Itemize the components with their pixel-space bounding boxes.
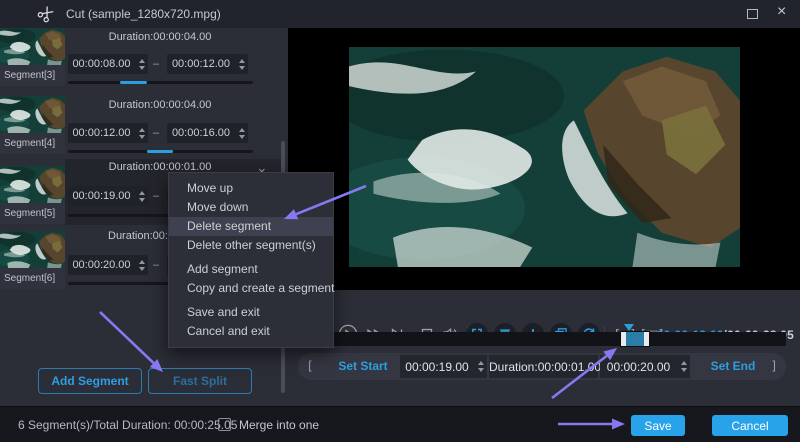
timeline-track[interactable] <box>302 332 786 346</box>
segment-start-field[interactable]: 00:00:19.00 <box>68 186 148 206</box>
range-dash: – <box>153 127 159 139</box>
range-dash: – <box>153 58 159 70</box>
spinner-up-icon[interactable] <box>139 59 145 63</box>
clip-right-handle[interactable] <box>644 332 649 346</box>
segment-start-value: 00:00:19.00 <box>68 190 135 202</box>
time-spinner[interactable] <box>135 123 148 143</box>
preview-panel: [▷] [□] 00:00:19.00/00:00:28.05 [ Set St… <box>288 28 800 406</box>
merge-label[interactable]: Merge into one <box>239 407 319 442</box>
merge-checkbox[interactable] <box>218 418 231 431</box>
menu-item-add-segment[interactable]: Add segment <box>169 260 333 279</box>
fast-split-button[interactable]: Fast Split <box>148 368 252 394</box>
time-spinner[interactable] <box>135 54 148 74</box>
segment-range-slider[interactable] <box>68 150 253 153</box>
spinner-down-icon[interactable] <box>139 267 145 271</box>
spinner-up-icon[interactable] <box>139 191 145 195</box>
menu-item-save-and-exit[interactable]: Save and exit <box>169 303 333 322</box>
segment-thumb-label: Segment[5] <box>0 203 65 224</box>
video-frame <box>349 47 740 267</box>
window-title: Cut (sample_1280x720.mpg) <box>66 7 221 21</box>
spinner-up-icon[interactable] <box>478 361 484 365</box>
range-dash: – <box>153 190 159 202</box>
time-spinner[interactable] <box>235 54 248 74</box>
segment-start-field[interactable]: 00:00:08.00 <box>68 54 148 74</box>
title-bar: Cut (sample_1280x720.mpg) × <box>0 0 800 28</box>
segments-summary: 6 Segment(s)/Total Duration: 00:00:25.05 <box>18 407 237 442</box>
time-spinner[interactable] <box>474 355 487 378</box>
video-preview <box>288 28 800 290</box>
spinner-up-icon[interactable] <box>681 361 687 365</box>
context-menu: Move up Move down Delete segment Delete … <box>168 172 334 348</box>
spinner-up-icon[interactable] <box>239 59 245 63</box>
spinner-up-icon[interactable] <box>139 128 145 132</box>
segment-start-value: 00:00:20.00 <box>68 259 135 271</box>
end-time-field[interactable]: 00:00:20.00 <box>600 355 690 378</box>
segment-end-field[interactable]: 00:00:16.00 <box>167 123 248 143</box>
spinner-up-icon[interactable] <box>139 260 145 264</box>
segment-end-value: 00:00:16.00 <box>167 127 235 139</box>
time-spinner[interactable] <box>235 123 248 143</box>
segment-start-value: 00:00:12.00 <box>68 127 135 139</box>
spinner-down-icon[interactable] <box>139 198 145 202</box>
segment-duration-label: Duration:00:00:04.00 <box>65 99 255 113</box>
segment-end-value: 00:00:12.00 <box>167 58 235 70</box>
segment-thumb-label: Segment[3] <box>0 65 65 86</box>
segment-thumbnail[interactable] <box>0 28 65 65</box>
duration-readout: Duration:00:00:01.00 <box>489 355 598 378</box>
menu-item-move-up[interactable]: Move up <box>169 179 333 198</box>
segment-range-slider[interactable] <box>68 81 253 84</box>
range-dash: – <box>153 259 159 271</box>
end-time-value: 00:00:20.00 <box>600 360 677 374</box>
menu-item-delete-segment[interactable]: Delete segment <box>169 217 333 236</box>
spinner-down-icon[interactable] <box>139 135 145 139</box>
segment-end-field[interactable]: 00:00:12.00 <box>167 54 248 74</box>
segment-thumb-label: Segment[6] <box>0 268 65 289</box>
timeline-clip[interactable] <box>620 331 650 347</box>
segment-thumbnail[interactable] <box>0 96 65 133</box>
clip-left-handle[interactable] <box>621 332 626 346</box>
start-time-value: 00:00:19.00 <box>400 360 474 374</box>
trim-bar: [ Set Start 00:00:19.00 Duration:00:00:0… <box>298 353 786 380</box>
spinner-up-icon[interactable] <box>239 128 245 132</box>
menu-item-move-down[interactable]: Move down <box>169 198 333 217</box>
spinner-down-icon[interactable] <box>139 66 145 70</box>
menu-item-cancel-and-exit[interactable]: Cancel and exit <box>169 322 333 341</box>
spinner-down-icon[interactable] <box>239 66 245 70</box>
segment-start-value: 00:00:08.00 <box>68 58 135 70</box>
menu-item-delete-other-segments[interactable]: Delete other segment(s) <box>169 236 333 255</box>
spinner-down-icon[interactable] <box>239 135 245 139</box>
set-start-button[interactable]: Set Start <box>326 353 400 380</box>
menu-item-copy-create-segment[interactable]: Copy and create a segment <box>169 279 333 298</box>
playhead-marker[interactable] <box>624 324 634 331</box>
set-end-button[interactable]: Set End <box>698 353 768 380</box>
segment-thumbnail[interactable] <box>0 166 65 203</box>
time-spinner[interactable] <box>135 255 148 275</box>
cancel-button[interactable]: Cancel <box>712 415 788 436</box>
segment-start-field[interactable]: 00:00:20.00 <box>68 255 148 275</box>
scissors-icon <box>35 3 58 26</box>
start-time-field[interactable]: 00:00:19.00 <box>400 355 487 378</box>
spinner-down-icon[interactable] <box>681 368 687 372</box>
add-segment-button[interactable]: Add Segment <box>38 368 142 394</box>
close-button[interactable]: × <box>777 3 786 21</box>
right-bracket: ] <box>771 359 776 373</box>
segment-thumb-label: Segment[4] <box>0 133 65 154</box>
status-bar: 6 Segment(s)/Total Duration: 00:00:25.05… <box>0 406 800 442</box>
segment-start-field[interactable]: 00:00:12.00 <box>68 123 148 143</box>
left-bracket: [ <box>308 359 313 373</box>
time-spinner[interactable] <box>135 186 148 206</box>
save-button[interactable]: Save <box>631 415 685 436</box>
segment-thumbnail[interactable] <box>0 231 65 268</box>
segment-duration-label: Duration:00:00:04.00 <box>65 31 255 45</box>
time-spinner[interactable] <box>677 355 690 378</box>
duration-value: Duration:00:00:01.00 <box>489 360 598 374</box>
spinner-down-icon[interactable] <box>478 368 484 372</box>
maximize-button[interactable] <box>747 9 758 19</box>
cut-dialog: Cut (sample_1280x720.mpg) × Segment[3] S… <box>0 0 800 442</box>
